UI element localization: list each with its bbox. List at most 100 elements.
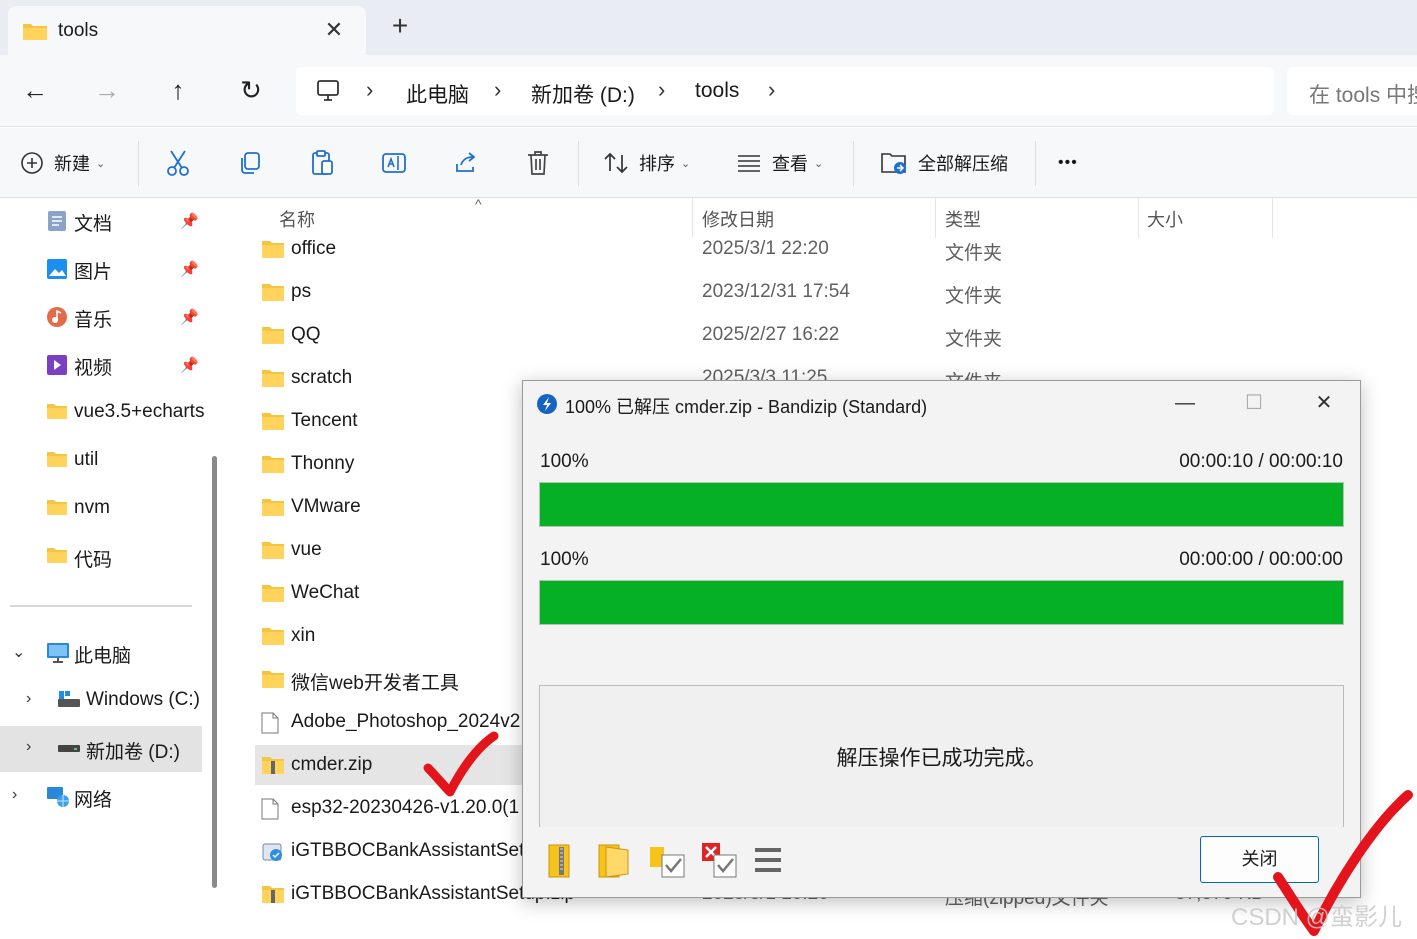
sidebar-item-this-pc[interactable]: ⌄ 此电脑 [0,630,202,676]
sidebar-item-documents[interactable]: 文档 📌 [0,198,202,244]
computer-icon [317,80,339,101]
chevron-right-icon[interactable]: › [26,690,31,708]
file-row[interactable]: ps 2023/12/31 17:54 文件夹 [255,272,1355,312]
chevron-down-icon: ⌄ [814,157,824,170]
folder-icon [261,239,285,264]
pin-icon[interactable]: 📌 [180,356,199,374]
breadcrumb-drive-d[interactable]: 新加卷 (D:) [531,79,635,109]
chevron-right-icon[interactable]: › [366,77,373,103]
share-button[interactable] [453,146,479,180]
navigation-pane: 文档 📌 图片 📌 音乐 📌 视频 📌 vue3.5+echarts util … [0,198,217,914]
installer-icon [261,841,285,868]
progress-time-1: 00:00:10 / 00:00:10 [1179,451,1343,472]
progress-time-2: 00:00:00 / 00:00:00 [1179,549,1343,570]
close-dialog-button[interactable]: ✕ [1304,387,1344,419]
folder-icon [261,368,285,393]
folder-icon [261,411,285,436]
drive-icon [58,745,80,752]
sidebar-item-label: 代码 [74,550,113,571]
file-modified-date: 2023/12/31 17:54 [702,281,850,302]
breadcrumb-tools[interactable]: tools [695,79,739,103]
divider [853,141,854,186]
command-bar: 新建 ⌄ 排序 ⌄ 查看 ⌄ 全部解压缩 ••• [0,128,1417,198]
search-input[interactable]: 在 tools 中搜 [1287,67,1417,115]
sidebar-item-drive-d[interactable]: › 新加卷 (D:) [0,726,202,772]
chevron-right-icon[interactable]: › [768,77,775,103]
sidebar-scrollbar[interactable] [212,456,217,888]
sidebar-item-label: nvm [74,497,110,518]
new-button[interactable]: 新建 ⌄ [20,146,105,180]
pin-icon[interactable]: 📌 [180,212,199,230]
folder-icon [261,497,285,522]
sidebar-item-label: 此电脑 [74,646,132,667]
sidebar-item-pictures[interactable]: 图片 📌 [0,246,202,292]
file-modified-date: 2025/3/1 22:20 [702,238,829,259]
sidebar-item-code[interactable]: 代码 [0,534,202,580]
chevron-down-icon[interactable]: ⌄ [12,642,25,662]
menu-icon[interactable] [753,847,783,873]
divider [1035,141,1036,186]
sidebar-item-music[interactable]: 音乐 📌 [0,294,202,340]
breadcrumb-this-pc[interactable]: 此电脑 [406,79,469,109]
close-tab-icon[interactable]: ✕ [320,16,348,44]
status-message-box: 解压操作已成功完成。 [539,685,1344,827]
file-name: esp32-20230426-v1.20.0(1 [291,797,520,818]
sidebar-item-vue-echarts[interactable]: vue3.5+echarts [0,390,204,436]
file-modified-date: 2025/2/27 16:22 [702,324,840,345]
file-name: Tencent [291,410,358,431]
sidebar-item-label: 网络 [74,790,113,811]
more-options-button[interactable]: ••• [1058,146,1078,180]
new-tab-button[interactable]: + [386,12,414,40]
chevron-right-icon[interactable]: › [494,77,501,103]
cut-icon [167,150,189,176]
file-row[interactable]: QQ 2025/2/27 16:22 文件夹 [255,315,1355,355]
pin-icon[interactable]: 📌 [180,260,199,278]
rename-button[interactable] [381,146,407,180]
cut-button[interactable] [165,146,191,180]
divider [138,141,139,186]
check-files-icon[interactable] [648,841,688,881]
minimize-button[interactable]: — [1165,387,1205,419]
copy-button[interactable] [237,146,263,180]
search-placeholder: 在 tools 中搜 [1309,84,1417,107]
network-icon [47,787,69,807]
file-name: vue [291,539,322,560]
delete-archive-icon[interactable] [700,841,740,881]
sidebar-item-videos[interactable]: 视频 📌 [0,342,202,388]
sidebar-item-label: 音乐 [74,310,113,331]
file-name: Adobe_Photoshop_2024v2 [291,711,521,732]
computer-icon [47,643,69,663]
address-bar[interactable]: › 此电脑 › 新加卷 (D:) › tools › [296,67,1274,115]
tab-tools[interactable]: tools ✕ [8,6,366,55]
back-button[interactable]: ← [17,72,53,108]
forward-button[interactable]: → [89,72,125,108]
delete-icon [528,151,548,175]
address-row: ← → ↑ ↻ › 此电脑 › 新加卷 (D:) › tools › 在 too… [0,55,1417,127]
pin-icon[interactable]: 📌 [180,308,199,326]
tab-strip: tools ✕ + [0,0,1417,55]
view-button[interactable]: 查看 ⌄ [736,146,823,180]
maximize-button[interactable]: ☐ [1234,387,1274,419]
open-archive-icon[interactable] [545,841,581,879]
chevron-down-icon: ⌄ [96,157,106,170]
rename-icon [382,153,406,173]
sidebar-item-util[interactable]: util [0,438,202,484]
chevron-right-icon[interactable]: › [12,786,17,804]
close-button[interactable]: 关闭 [1200,836,1319,883]
sidebar-item-drive-c[interactable]: › Windows (C:) [0,678,202,724]
file-name: 微信web开发者工具 [291,673,459,694]
paste-button[interactable] [309,146,335,180]
sort-button[interactable]: 排序 ⌄ [603,146,690,180]
delete-button[interactable] [525,146,551,180]
watermark: CSDN @蛮影儿 [1231,904,1403,931]
sidebar-item-network[interactable]: › 网络 [0,774,202,820]
sidebar-item-nvm[interactable]: nvm [0,486,202,532]
chevron-right-icon[interactable]: › [658,77,665,103]
open-folder-icon[interactable] [596,841,632,879]
chevron-right-icon[interactable]: › [26,738,31,756]
file-name: QQ [291,324,321,345]
up-button[interactable]: ↑ [160,72,196,108]
file-row[interactable]: office 2025/3/1 22:20 文件夹 [255,229,1355,269]
extract-all-button[interactable]: 全部解压缩 [880,146,1008,180]
refresh-button[interactable]: ↻ [233,72,269,108]
